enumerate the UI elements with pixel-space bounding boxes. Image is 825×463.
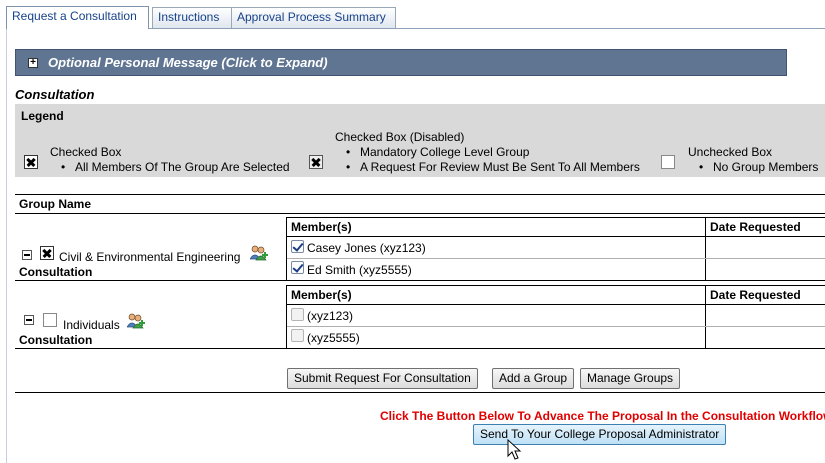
group-name: Civil & Environmental Engineering (59, 250, 241, 264)
member-name: (xyz123) (307, 309, 354, 323)
date-requested-header: Date Requested (710, 220, 801, 234)
member-name: (xyz5555) (307, 331, 360, 345)
member-checkbox[interactable] (291, 240, 304, 253)
group-type: Consultation (19, 265, 93, 279)
row-divider (287, 258, 825, 259)
optional-message-bar[interactable]: + Optional Personal Message (Click to Ex… (15, 49, 787, 76)
date-column-divider (705, 217, 706, 280)
member-header: Member(s) (291, 220, 352, 234)
legend-checked-label: Checked Box (50, 145, 122, 159)
expand-plus-icon[interactable]: + (28, 58, 38, 68)
tab-underline (149, 28, 825, 29)
add-member-icon[interactable] (127, 313, 145, 329)
member-table-left-border (286, 217, 287, 280)
submit-request-button[interactable]: Submit Request For Consultation (287, 368, 478, 389)
row-divider (287, 326, 825, 327)
member-name: Casey Jones (xyz123) (307, 241, 426, 255)
mouse-pointer-icon (507, 439, 522, 460)
add-member-icon[interactable] (250, 245, 268, 261)
tab-instructions[interactable]: Instructions (152, 7, 232, 28)
legend-disabled-bullet-2: A Request For Review Must Be Sent To All… (346, 160, 640, 174)
member-checkbox[interactable] (291, 329, 304, 342)
header-bottom-border (15, 213, 825, 214)
group-row-border (15, 348, 825, 349)
group-name: Individuals (63, 318, 120, 332)
date-requested-header: Date Requested (710, 288, 801, 302)
checked-box-icon (24, 155, 38, 169)
table-top-border (15, 194, 825, 195)
advance-workflow-note: Click The Button Below To Advance The Pr… (380, 409, 825, 423)
legend: Legend Checked Box All Members Of The Gr… (15, 104, 825, 177)
member-header: Member(s) (291, 288, 352, 302)
optional-message-label[interactable]: Optional Personal Message (Click to Expa… (48, 55, 328, 70)
legend-unchecked-bullet: No Group Members (699, 160, 818, 174)
group-type: Consultation (19, 333, 93, 347)
group-checkbox-unchecked[interactable] (43, 313, 57, 327)
legend-checked-bullet: All Members Of The Group Are Selected (61, 160, 290, 174)
member-name: Ed Smith (xyz5555) (307, 263, 412, 277)
legend-checked-disabled-label: Checked Box (Disabled) (335, 130, 465, 144)
legend-title: Legend (21, 109, 64, 123)
member-header-border (286, 304, 825, 305)
member-header-border (286, 236, 825, 237)
unchecked-box-icon (661, 155, 675, 169)
group-checkbox-checked[interactable] (40, 246, 54, 260)
actions-bottom-border (15, 392, 825, 393)
member-checkbox[interactable] (291, 261, 304, 274)
section-title: Consultation (15, 87, 95, 102)
legend-disabled-bullet-1: Mandatory College Level Group (346, 145, 529, 159)
legend-unchecked-label: Unchecked Box (688, 145, 773, 159)
tab-request-consultation[interactable]: Request a Consultation (6, 6, 149, 29)
manage-groups-button[interactable]: Manage Groups (580, 368, 681, 389)
checked-disabled-box-icon (309, 155, 323, 169)
date-column-divider (705, 285, 706, 348)
group-name-header: Group Name (19, 197, 92, 211)
group-row-border (15, 280, 825, 281)
member-checkbox[interactable] (291, 308, 304, 321)
collapse-minus-icon[interactable] (22, 250, 32, 260)
collapse-minus-icon[interactable] (24, 315, 34, 325)
tab-approval-process-summary[interactable]: Approval Process Summary (231, 7, 396, 28)
add-group-button[interactable]: Add a Group (492, 368, 575, 389)
member-table-left-border (286, 285, 287, 348)
member-table-top-border (286, 285, 825, 286)
member-table-top-border (286, 217, 825, 218)
